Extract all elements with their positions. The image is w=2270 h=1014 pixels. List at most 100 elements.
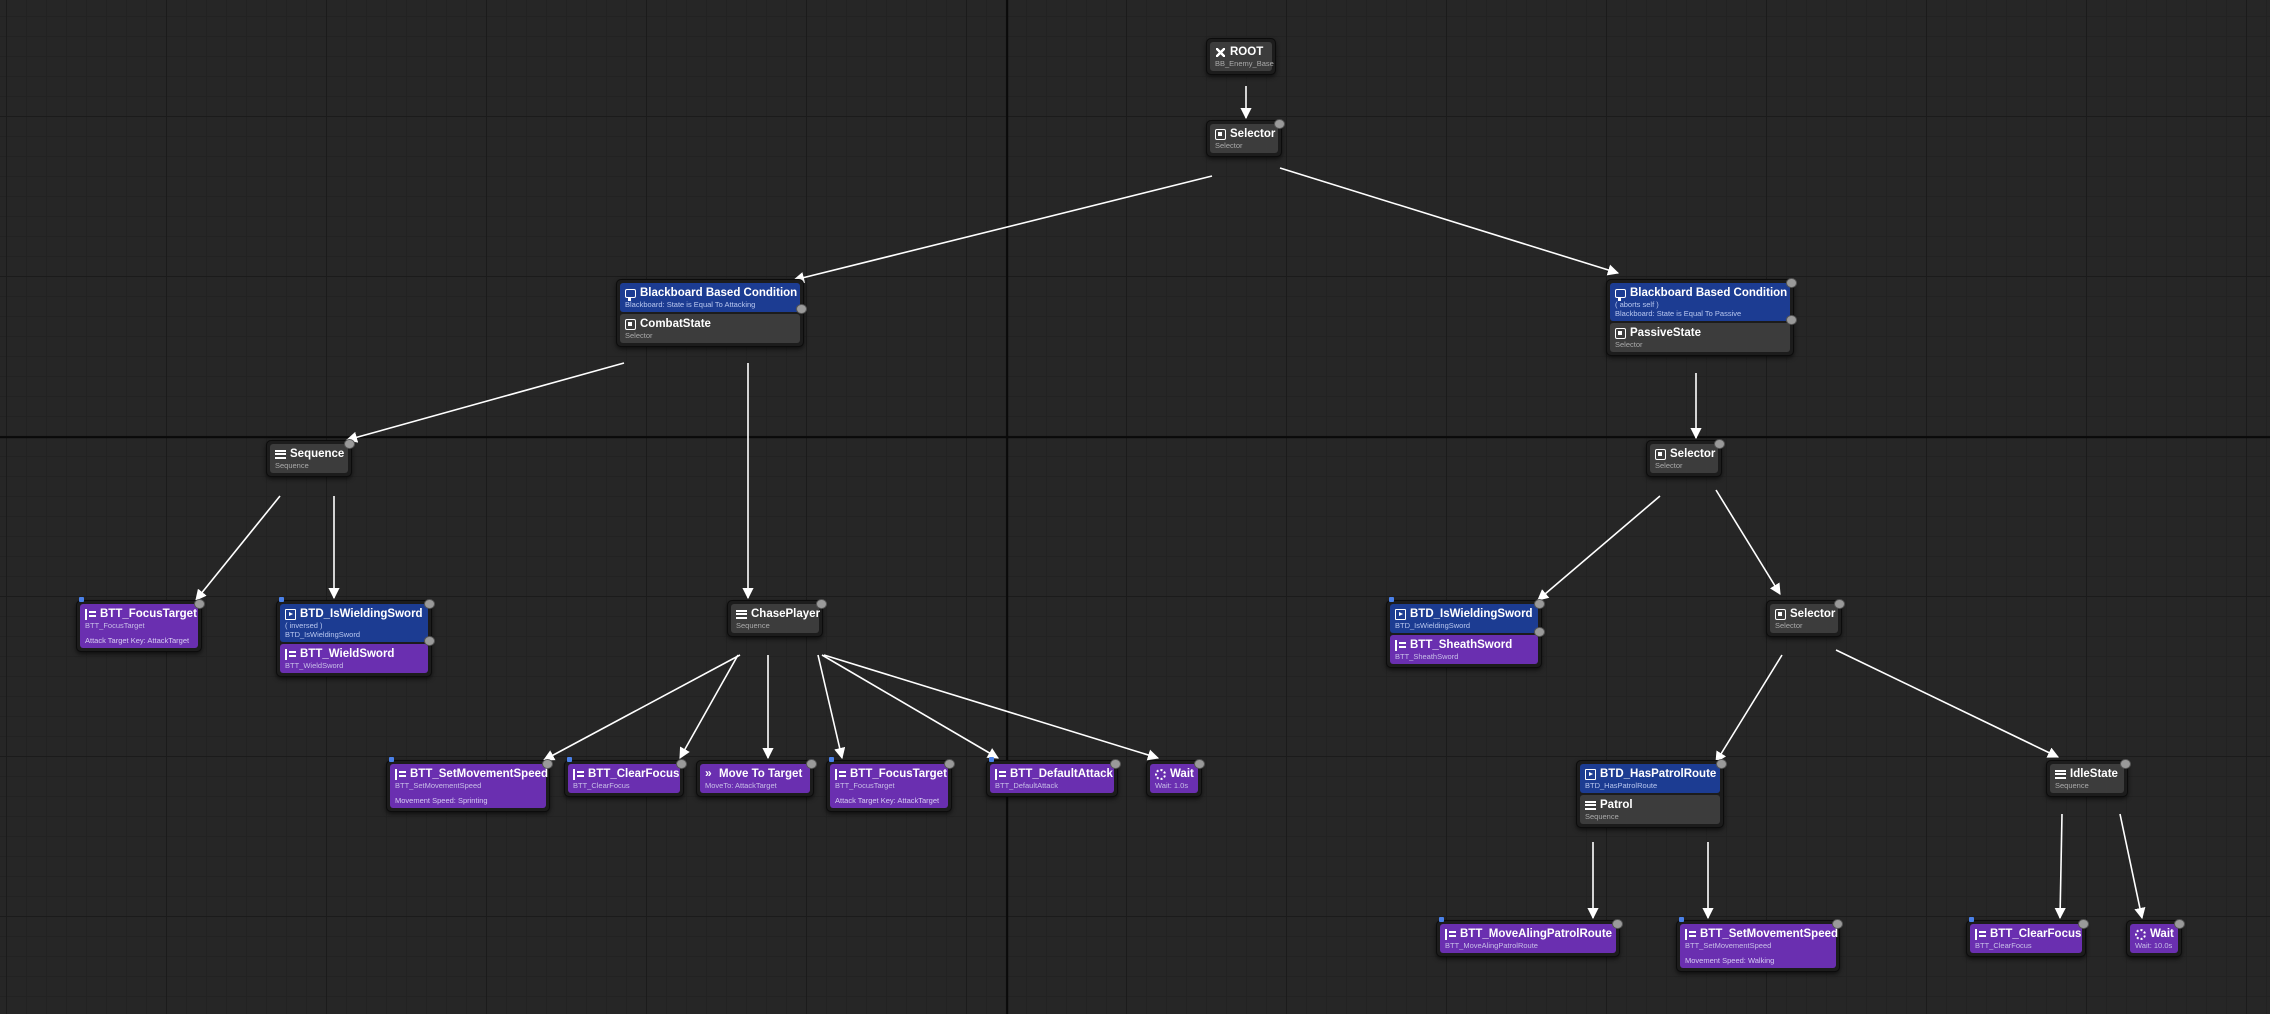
bt-node-setspeed2[interactable]: BTT_SetMovementSpeed BTT_SetMovementSpeed… xyxy=(1676,920,1840,972)
node-row[interactable]: Move To TargetMoveTo: AttackTarget xyxy=(700,764,810,793)
node-row[interactable]: BTT_FocusTarget BTT_FocusTarget Attack Tar… xyxy=(80,604,198,648)
node-title-text: PassiveState xyxy=(1630,327,1701,339)
bt-node-attack[interactable]: BTT_DefaultAttack BTT_DefaultAttack xyxy=(986,760,1118,797)
node-row[interactable]: BTT_ClearFocus BTT_ClearFocus xyxy=(1970,924,2082,953)
node-row[interactable]: Wait Wait: 1.0s xyxy=(1150,764,1198,793)
node-pin[interactable] xyxy=(676,759,687,769)
breakpoint-marker xyxy=(1679,917,1684,922)
node-pin[interactable] xyxy=(194,599,205,609)
node-pin[interactable] xyxy=(816,599,827,609)
node-pin[interactable] xyxy=(1834,599,1845,609)
node-row[interactable]: Selector Selector xyxy=(1210,124,1278,153)
node-pin[interactable] xyxy=(1786,278,1797,288)
node-pin[interactable] xyxy=(2120,759,2131,769)
node-pin[interactable] xyxy=(1534,627,1545,637)
node-row[interactable]: BTT_MoveAlingPatrolRoute BTT_MoveAlingPat… xyxy=(1440,924,1616,953)
decorator-row[interactable]: BTD_HasPatrolRoute BTD_HasPatrolRoute xyxy=(1580,764,1720,793)
bt-node-chase[interactable]: ChasePlayer Sequence xyxy=(727,600,823,637)
bt-node-wield[interactable]: BTD_IsWieldingSword( inversed ) BTD_IsWie… xyxy=(276,600,432,677)
bt-node-selector2[interactable]: Selector Selector xyxy=(1646,440,1722,477)
bt-node-focus2[interactable]: BTT_FocusTarget BTT_FocusTarget Attack Tar… xyxy=(826,760,952,812)
decorator-row[interactable]: Blackboard Based Condition( aborts self … xyxy=(1610,283,1790,321)
node-title: BTT_FocusTarget xyxy=(835,767,947,781)
node-title-text: Blackboard Based Condition xyxy=(1630,287,1788,299)
node-subtitle: BTT_SetMovementSpeed xyxy=(1685,941,1772,950)
bt-node-moveroute[interactable]: BTT_MoveAlingPatrolRoute BTT_MoveAlingPat… xyxy=(1436,920,1620,957)
bt-node-clearfocus1[interactable]: BTT_ClearFocus BTT_ClearFocus xyxy=(564,760,684,797)
decorator-note: ( aborts self ) xyxy=(1615,300,1659,309)
node-title: ChasePlayer xyxy=(736,607,820,621)
node-pin[interactable] xyxy=(424,636,435,646)
node-row[interactable]: BTT_ClearFocus BTT_ClearFocus xyxy=(568,764,680,793)
node-pin[interactable] xyxy=(1110,759,1121,769)
node-row[interactable]: PassiveState Selector xyxy=(1610,323,1790,352)
node-pin[interactable] xyxy=(1534,599,1545,609)
node-title: BTT_ClearFocus xyxy=(573,767,679,781)
node-title: BTT_SheathSword xyxy=(1395,638,1533,652)
node-pin[interactable] xyxy=(2078,919,2089,929)
task-icon xyxy=(835,768,846,780)
wire-chase-to-setspeed1 xyxy=(543,654,741,761)
node-row[interactable]: Selector Selector xyxy=(1650,444,1718,473)
bt-node-patrol[interactable]: BTD_HasPatrolRoute BTD_HasPatrolRoute Patr… xyxy=(1576,760,1724,828)
node-row[interactable]: BTT_FocusTarget BTT_FocusTarget Attack Tar… xyxy=(830,764,948,808)
node-row[interactable]: BTT_DefaultAttack BTT_DefaultAttack xyxy=(990,764,1114,793)
node-pin[interactable] xyxy=(1832,919,1843,929)
node-pin[interactable] xyxy=(796,304,807,314)
breakpoint-marker xyxy=(1969,917,1974,922)
node-pin[interactable] xyxy=(1612,919,1623,929)
node-title: Wait xyxy=(2135,927,2174,941)
node-row[interactable]: ChasePlayer Sequence xyxy=(731,604,820,633)
node-pin[interactable] xyxy=(1194,759,1205,769)
bt-node-top-selector[interactable]: Selector Selector xyxy=(1206,120,1282,157)
node-row[interactable]: Patrol Sequence xyxy=(1580,795,1720,824)
move-icon xyxy=(705,766,715,780)
bt-node-focus1[interactable]: BTT_FocusTarget BTT_FocusTarget Attack Tar… xyxy=(76,600,202,652)
node-pin[interactable] xyxy=(2174,919,2185,929)
bt-node-passive[interactable]: Blackboard Based Condition( aborts self … xyxy=(1606,279,1794,356)
wait-icon xyxy=(2135,928,2146,940)
node-pin[interactable] xyxy=(542,759,553,769)
node-pin[interactable] xyxy=(806,759,817,769)
bt-node-idle[interactable]: IdleState Sequence xyxy=(2046,760,2128,797)
decorator-row[interactable]: BTD_IsWieldingSword( inversed ) BTD_IsWie… xyxy=(280,604,428,642)
node-row[interactable]: BTT_SetMovementSpeed BTT_SetMovementSpeed… xyxy=(390,764,548,808)
node-title: BTT_ClearFocus xyxy=(1975,927,2081,941)
node-row[interactable]: CombatState Selector xyxy=(620,314,800,343)
decorator-row[interactable]: BTD_IsWieldingSword BTD_IsWieldingSword xyxy=(1390,604,1538,633)
graph-canvas[interactable] xyxy=(0,0,2270,1014)
node-pin[interactable] xyxy=(424,599,435,609)
bt-node-selector3[interactable]: Selector Selector xyxy=(1766,600,1842,637)
node-row[interactable]: BTT_SetMovementSpeed BTT_SetMovementSpeed… xyxy=(1680,924,1838,968)
breakpoint-marker xyxy=(829,757,834,762)
node-title: Blackboard Based Condition xyxy=(625,286,797,301)
node-subtitle: BTD_HasPatrolRoute xyxy=(1585,781,1658,790)
node-pin[interactable] xyxy=(1714,439,1725,449)
node-pin[interactable] xyxy=(1786,315,1797,325)
node-row[interactable]: BTT_SheathSword BTT_SheathSword xyxy=(1390,635,1538,664)
node-property: Attack Target Key: AttackTarget xyxy=(85,636,190,645)
node-pin[interactable] xyxy=(944,759,955,769)
bt-node-moveto[interactable]: Move To TargetMoveTo: AttackTarget xyxy=(696,760,814,797)
bt-node-setspeed1[interactable]: BTT_SetMovementSpeed BTT_SetMovementSpeed… xyxy=(386,760,550,812)
bt-node-combat[interactable]: Blackboard Based Condition Blackboard: St… xyxy=(616,279,804,347)
node-row[interactable]: IdleState Sequence xyxy=(2050,764,2124,793)
node-title-text: ROOT xyxy=(1230,46,1264,58)
node-subtitle: Sequence xyxy=(2055,781,2089,790)
bt-node-clearfocus2[interactable]: BTT_ClearFocus BTT_ClearFocus xyxy=(1966,920,2086,957)
decorator-icon xyxy=(1585,768,1596,780)
node-row[interactable]: Sequence Sequence xyxy=(270,444,348,473)
node-pin[interactable] xyxy=(344,439,355,449)
bt-node-sequence[interactable]: Sequence Sequence xyxy=(266,440,352,477)
sequence-icon xyxy=(736,609,747,619)
node-row[interactable]: Selector Selector xyxy=(1770,604,1838,633)
bt-node-sheath[interactable]: BTD_IsWieldingSword BTD_IsWieldingSword BT… xyxy=(1386,600,1542,668)
node-row[interactable]: Wait Wait: 10.0s xyxy=(2130,924,2178,953)
node-pin[interactable] xyxy=(1274,119,1285,129)
node-row[interactable]: BTT_WieldSword BTT_WieldSword xyxy=(280,644,428,673)
bt-node-root[interactable]: ROOT BB_Enemy_Base xyxy=(1206,38,1276,75)
node-row[interactable]: ROOT BB_Enemy_Base xyxy=(1210,42,1274,71)
node-pin[interactable] xyxy=(1716,759,1727,769)
decorator-row[interactable]: Blackboard Based Condition Blackboard: St… xyxy=(620,283,800,312)
node-title-text: Wait xyxy=(1170,768,1194,780)
